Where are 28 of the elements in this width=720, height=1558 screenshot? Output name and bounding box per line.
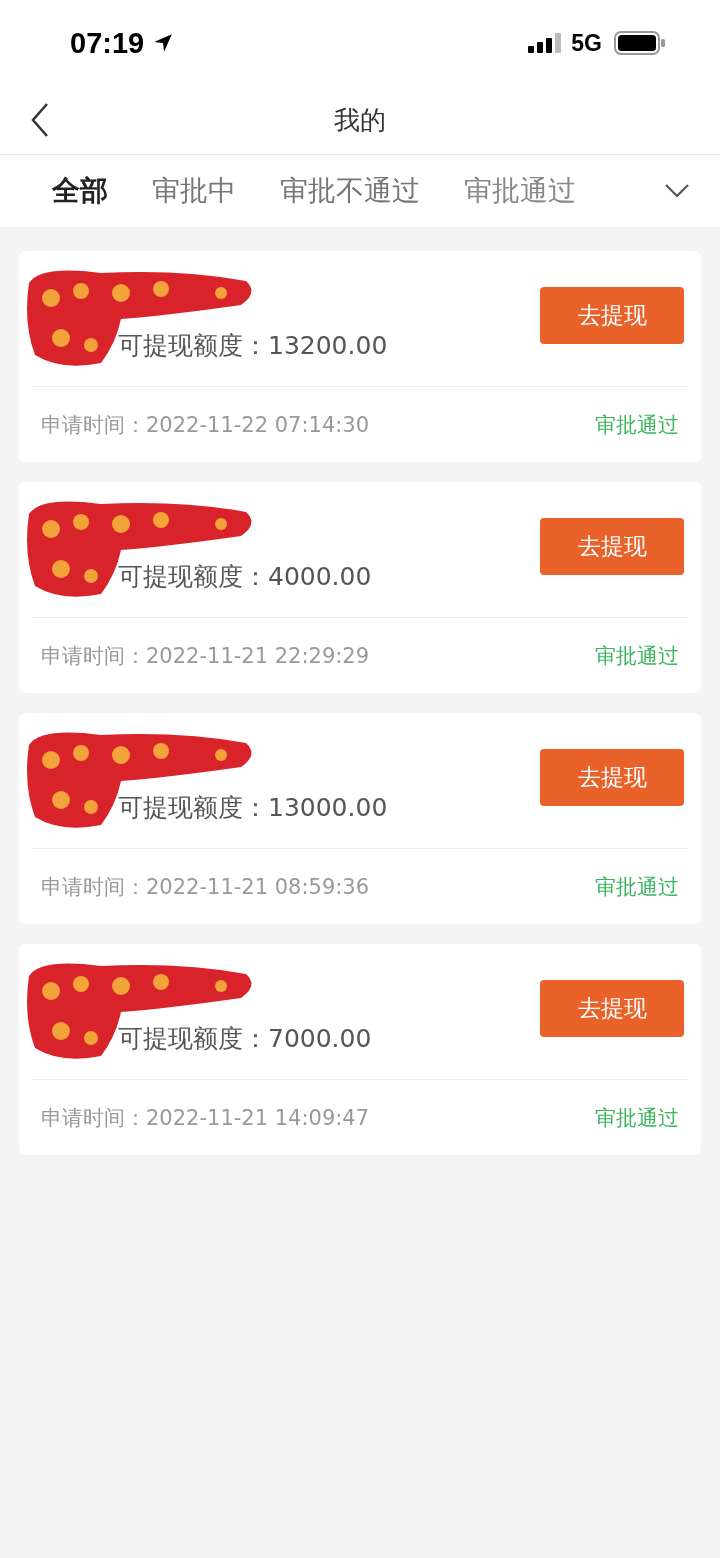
withdraw-button[interactable]: 去提现	[540, 749, 684, 806]
status-label: 审批通过	[595, 411, 679, 439]
withdraw-button[interactable]: 去提现	[540, 518, 684, 575]
amount-label: 可提现额度：13000.00	[118, 793, 388, 822]
page-title: 我的	[334, 103, 386, 137]
withdraw-button[interactable]: 去提现	[540, 287, 684, 344]
amount-label: 可提现额度：13200.00	[118, 331, 388, 360]
apply-time: 申请时间：2022-11-21 22:29:29	[41, 642, 370, 670]
chevron-down-icon[interactable]	[664, 183, 690, 199]
back-icon[interactable]	[30, 102, 50, 138]
status-label: 审批通过	[595, 1104, 679, 1132]
apply-time: 申请时间：2022-11-21 08:59:36	[41, 873, 370, 901]
amount-label: 可提现额度：4000.00	[118, 562, 372, 591]
filter-tab[interactable]: 审批通过	[452, 166, 588, 216]
filter-tab[interactable]: 审批中	[140, 166, 248, 216]
apply-time: 申请时间：2022-11-21 14:09:47	[41, 1104, 370, 1132]
apply-time: 申请时间：2022-11-22 07:14:30	[41, 411, 370, 439]
location-arrow-icon	[152, 32, 175, 54]
signal-icon	[527, 33, 564, 53]
status-time: 07:19	[70, 26, 145, 60]
withdraw-button[interactable]: 去提现	[540, 980, 684, 1037]
battery-icon	[614, 31, 666, 55]
filter-tab[interactable]: 审批不通过	[268, 166, 432, 216]
amount-label: 可提现额度：7000.00	[118, 1024, 372, 1053]
filter-tab[interactable]: 全部	[40, 166, 120, 216]
status-label: 审批通过	[595, 873, 679, 901]
network-label: 5G	[571, 29, 602, 57]
status-label: 审批通过	[595, 642, 679, 670]
